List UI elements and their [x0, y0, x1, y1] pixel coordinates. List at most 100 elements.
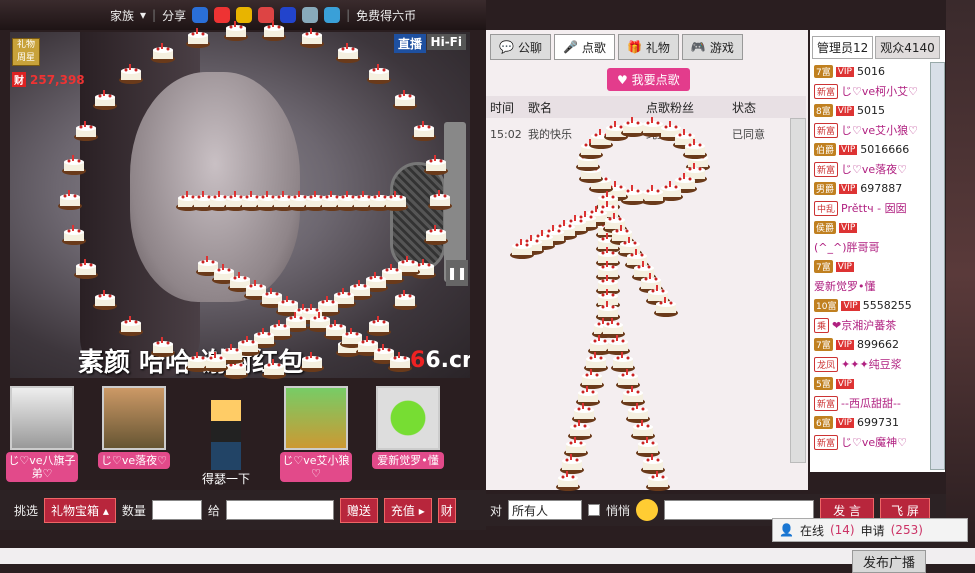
- fan-avatar[interactable]: [284, 386, 348, 450]
- vip-badge: VIP: [839, 144, 858, 155]
- heat-value: 257,398: [30, 72, 85, 87]
- user-list-item[interactable]: 乘 ❤京湘沪蕃茶: [810, 316, 945, 336]
- apply-label[interactable]: 申请: [861, 522, 885, 539]
- user-list-item[interactable]: 中乱 Prěttч - 囡囡: [810, 199, 945, 219]
- level-badge: 6富: [814, 416, 833, 430]
- emoji-icon[interactable]: [636, 499, 659, 521]
- share-weibo-icon[interactable]: [214, 7, 231, 23]
- gift-star-badge[interactable]: 礼物周星: [12, 38, 40, 66]
- user-name: Prěttч - 囡囡: [841, 202, 907, 216]
- free-coins-link[interactable]: 免费得六币: [356, 7, 416, 24]
- col-song: 歌名: [528, 100, 553, 115]
- user-name: じ♡ve落夜♡: [841, 163, 908, 177]
- level-badge: 新富: [814, 161, 839, 177]
- user-list-item[interactable]: 侯爵 VIP: [810, 218, 945, 238]
- tab-audience[interactable]: 观众4140: [875, 36, 940, 59]
- mic-icon: 🎤: [562, 40, 578, 54]
- user-list-item[interactable]: 新富 --西瓜甜甜--: [810, 394, 945, 414]
- table-row[interactable]: 15:02 我的快乐 纯豆浆 已同意: [486, 124, 806, 144]
- video-microphone-shape: [390, 162, 446, 272]
- user-list-item[interactable]: 7富 VIP: [810, 257, 945, 277]
- share-t-icon[interactable]: [258, 7, 275, 23]
- col-fan: 点歌粉丝: [646, 100, 695, 115]
- chat-target-select[interactable]: 所有人: [508, 500, 583, 520]
- share-p-icon[interactable]: [324, 7, 341, 23]
- recipient-input[interactable]: [225, 500, 334, 520]
- user-list-item[interactable]: 新富 じ♡ve落夜♡: [810, 160, 945, 180]
- user-list: 7富 VIP 5016 新富 じ♡ve柯小艾♡ 8富 VIP 5015 新富 じ♡ve艾小狼♡ 伯爵…: [810, 62, 945, 452]
- top-toolbar: 家族 ▾ | 分享 | 免费得六币: [0, 0, 486, 30]
- whisper-checkbox[interactable]: [588, 504, 601, 516]
- user-list-item[interactable]: 8富 VIP 5015: [810, 101, 945, 121]
- gift-box-dropdown[interactable]: 礼物宝箱 ▴: [44, 497, 116, 523]
- vip-badge: VIP: [835, 66, 854, 77]
- level-badge: 新富: [814, 395, 839, 411]
- fan-name: じ♡ve八旗子弟♡: [6, 452, 78, 482]
- fan-card[interactable]: 得瑟一下: [190, 400, 262, 487]
- user-name: 697887: [860, 182, 903, 196]
- user-list-item[interactable]: 6富 VIP 699731: [810, 413, 945, 433]
- user-list-item[interactable]: 伯爵 VIP 5016666: [810, 140, 945, 160]
- level-badge: 中乱: [814, 200, 839, 216]
- user-name: 5016: [856, 65, 885, 79]
- online-bar: 👤 在线 (14) 申请 (253): [772, 518, 968, 542]
- share-star-icon[interactable]: [236, 7, 253, 23]
- recharge-button[interactable]: 充值 ▸: [383, 497, 432, 523]
- fan-avatar[interactable]: [376, 386, 440, 450]
- fan-avatar[interactable]: [10, 386, 74, 450]
- fan-card[interactable]: じ♡ve八旗子弟♡: [6, 386, 78, 482]
- cai-button[interactable]: 财: [437, 497, 456, 523]
- volume-slider[interactable]: [444, 122, 466, 282]
- broadcast-button[interactable]: 发布广播: [852, 550, 927, 573]
- mid-tabs: 💬 公聊 🎤 点歌 🎁 礼物 🎮 游戏: [486, 34, 786, 60]
- hifi-badge[interactable]: Hi-Fi: [426, 34, 466, 50]
- user-list-item[interactable]: 10富 VIP 5558255: [810, 296, 945, 316]
- quantity-input[interactable]: [151, 500, 202, 520]
- tab-admins[interactable]: 管理员12: [812, 36, 874, 59]
- tab-gifts[interactable]: 🎁 礼物: [617, 34, 679, 60]
- user-tabs: 管理员12 观众4140: [812, 36, 940, 59]
- user-list-item[interactable]: 5富 VIP: [810, 374, 945, 394]
- video-player[interactable]: 礼物周星 财 257,398 直播 Hi-Fi ❚❚ 素颜 哈哈 谢谢红包 66…: [10, 32, 470, 378]
- user-list-item[interactable]: 新富 じ♡ve艾小狼♡: [810, 121, 945, 141]
- to-label: 对: [490, 503, 503, 518]
- user-list-item[interactable]: (^_^)胖哥哥: [810, 238, 945, 258]
- tab-games[interactable]: 🎮 游戏: [681, 34, 743, 60]
- level-badge: 7富: [814, 65, 833, 79]
- user-list-item[interactable]: 龙凤 ✦✦✦纯豆浆: [810, 355, 945, 375]
- user-list-item[interactable]: 新富 じ♡ve魔神♡: [810, 433, 945, 453]
- to-label: 给: [207, 503, 220, 518]
- video-face-shape: [130, 72, 300, 302]
- share-baidu-icon[interactable]: [280, 7, 297, 23]
- vip-badge: VIP: [841, 300, 860, 311]
- share-renren-icon[interactable]: [192, 7, 209, 23]
- share-kaixin-icon[interactable]: [302, 7, 319, 23]
- online-label[interactable]: 在线: [800, 522, 824, 539]
- user-name: じ♡ve柯小艾♡: [841, 85, 919, 99]
- song-table-header: 时间 歌名 点歌粉丝 状态: [486, 96, 806, 118]
- user-list-item[interactable]: 7富 VIP 899662: [810, 335, 945, 355]
- user-list-item[interactable]: 7富 VIP 5016: [810, 62, 945, 82]
- level-badge: 8富: [814, 104, 833, 118]
- request-song-button[interactable]: ♥ 我要点歌: [607, 68, 690, 91]
- level-badge: 龙凤: [814, 356, 839, 372]
- fan-name: 爱新觉罗•懂: [372, 452, 444, 469]
- user-list-scrollbar[interactable]: [930, 62, 945, 470]
- video-caption: 素颜 哈哈 谢谢红包: [78, 348, 305, 378]
- user-list-item[interactable]: 新富 じ♡ve柯小艾♡: [810, 82, 945, 102]
- user-list-item[interactable]: 爱新觉罗•懂: [810, 277, 945, 297]
- tab-public-chat[interactable]: 💬 公聊: [490, 34, 551, 60]
- chat-icon: 💬: [499, 40, 514, 54]
- song-scrollbar[interactable]: [790, 118, 806, 463]
- fan-card[interactable]: 爱新觉罗•懂: [372, 386, 444, 469]
- family-menu[interactable]: 家族: [110, 7, 134, 24]
- give-button[interactable]: 赠送: [339, 497, 378, 523]
- pause-icon[interactable]: ❚❚: [446, 260, 468, 286]
- tab-song-request[interactable]: 🎤 点歌: [553, 34, 615, 60]
- fan-card[interactable]: じ♡ve艾小狼♡: [280, 386, 352, 482]
- chat-input[interactable]: [664, 500, 815, 520]
- user-list-item[interactable]: 男爵 VIP 697887: [810, 179, 945, 199]
- fan-avatar[interactable]: [102, 386, 166, 450]
- fan-card[interactable]: じ♡ve落夜♡: [98, 386, 170, 469]
- decor-bg-right: [946, 0, 975, 548]
